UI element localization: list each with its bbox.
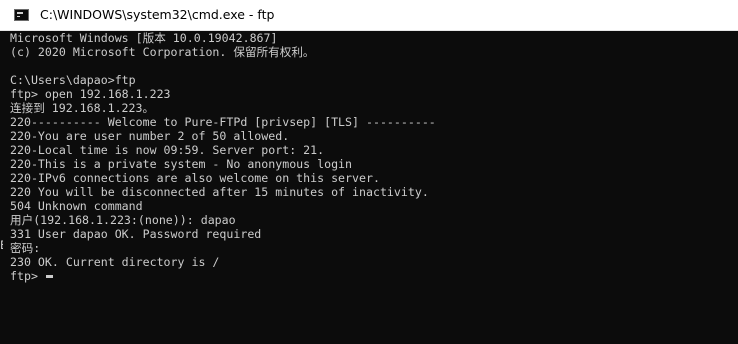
console-line: 连接到 192.168.1.223。	[10, 101, 155, 115]
console-line: (c) 2020 Microsoft Corporation. 保留所有权利。	[10, 45, 315, 59]
text-cursor	[45, 275, 53, 278]
clipped-text-fragment: E	[0, 238, 3, 252]
ftp-prompt: ftp>	[10, 269, 45, 283]
console-line: 220---------- Welcome to Pure-FTPd [priv…	[10, 115, 436, 129]
prompt-line[interactable]: ftp>	[10, 269, 730, 283]
console-line: 密码:	[10, 241, 41, 255]
console-line: ftp> open 192.168.1.223	[10, 87, 171, 101]
console-line: 220-IPv6 connections are also welcome on…	[10, 171, 380, 185]
console-line: 504 Unknown command	[10, 199, 143, 213]
console-line: C:\Users\dapao>ftp	[10, 73, 136, 87]
title-bar[interactable]: C:\WINDOWS\system32\cmd.exe - ftp	[0, 0, 738, 31]
console-line: Microsoft Windows [版本 10.0.19042.867]	[10, 31, 278, 45]
console-line: 220-You are user number 2 of 50 allowed.	[10, 129, 290, 143]
console-output[interactable]: Microsoft Windows [版本 10.0.19042.867] (c…	[10, 31, 730, 344]
console-line: 220-Local time is now 09:59. Server port…	[10, 143, 325, 157]
console-line: 用户(192.168.1.223:(none)): dapao	[10, 213, 236, 227]
window-title: C:\WINDOWS\system32\cmd.exe - ftp	[40, 7, 275, 22]
cmd-window: C:\WINDOWS\system32\cmd.exe - ftp E Micr…	[0, 0, 738, 344]
console-line: 220 You will be disconnected after 15 mi…	[10, 185, 429, 199]
console-line: 220-This is a private system - No anonym…	[10, 157, 353, 171]
cmd-icon	[14, 9, 29, 21]
console-line: 331 User dapao OK. Password required	[10, 227, 262, 241]
console-line: 230 OK. Current directory is /	[10, 255, 220, 269]
